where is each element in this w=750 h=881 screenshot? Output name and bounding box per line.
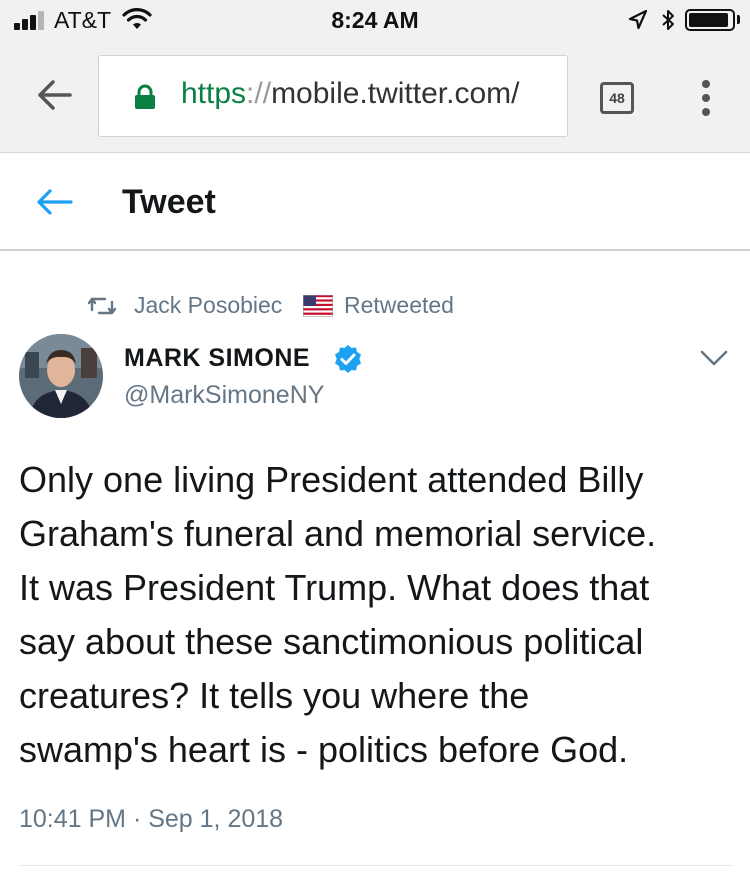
back-arrow-icon xyxy=(37,189,73,215)
tweet-text-line: creatures? It tells you where the xyxy=(19,675,530,716)
url-fade-overlay xyxy=(527,56,567,136)
browser-toolbar: https://mobile.twitter.com/ 48 xyxy=(0,40,750,153)
tweet-text-line: swamp's heart is - politics before God. xyxy=(19,729,629,770)
url-text: https://mobile.twitter.com/ xyxy=(181,77,519,111)
location-arrow-icon xyxy=(628,9,648,36)
battery-cap xyxy=(737,15,740,24)
tweet-text: Only one living President attended Billy… xyxy=(19,453,744,777)
us-flag-icon xyxy=(302,294,334,322)
tweet-options-button[interactable] xyxy=(699,348,729,373)
overflow-menu-icon[interactable] xyxy=(700,80,712,116)
url-host: mobile.twitter.com/ xyxy=(271,77,520,110)
author-handle[interactable]: @MarkSimoneNY xyxy=(124,381,324,410)
url-separator: :// xyxy=(246,77,272,110)
tweet-text-line: It was President Trump. What does that xyxy=(19,567,650,608)
tab-switcher-button[interactable]: 48 xyxy=(600,82,634,114)
browser-back-button[interactable] xyxy=(34,77,74,118)
battery-level-fill xyxy=(689,13,729,27)
retweeted-label: Retweeted xyxy=(344,292,454,318)
retweet-icon xyxy=(87,295,117,322)
tweet-timestamp[interactable]: 10:41 PM · Sep 1, 2018 xyxy=(19,805,283,834)
page-title: Tweet xyxy=(122,183,216,221)
tweet-text-line: Graham's funeral and memorial service. xyxy=(19,513,657,554)
avatar[interactable] xyxy=(19,334,103,418)
back-arrow-icon xyxy=(38,80,72,110)
tweet-text-line: say about these sanctimonious political xyxy=(19,621,644,662)
chevron-down-icon xyxy=(700,350,728,366)
bluetooth-icon xyxy=(660,8,676,37)
tweet-back-button[interactable] xyxy=(34,187,74,222)
author-display-name[interactable]: MARK SIMONE xyxy=(124,344,310,373)
tweet-text-line: Only one living President attended Billy xyxy=(19,459,644,500)
battery-icon xyxy=(685,9,735,31)
url-scheme: https xyxy=(181,77,247,110)
twitter-header: Tweet xyxy=(0,153,750,251)
address-bar[interactable]: https://mobile.twitter.com/ xyxy=(98,55,568,137)
retweeter-name[interactable]: Jack Posobiec xyxy=(134,292,282,319)
lock-icon xyxy=(134,84,156,115)
verified-badge-icon xyxy=(333,344,363,379)
status-bar: AT&T 8:24 AM xyxy=(0,0,750,40)
divider xyxy=(19,865,733,866)
